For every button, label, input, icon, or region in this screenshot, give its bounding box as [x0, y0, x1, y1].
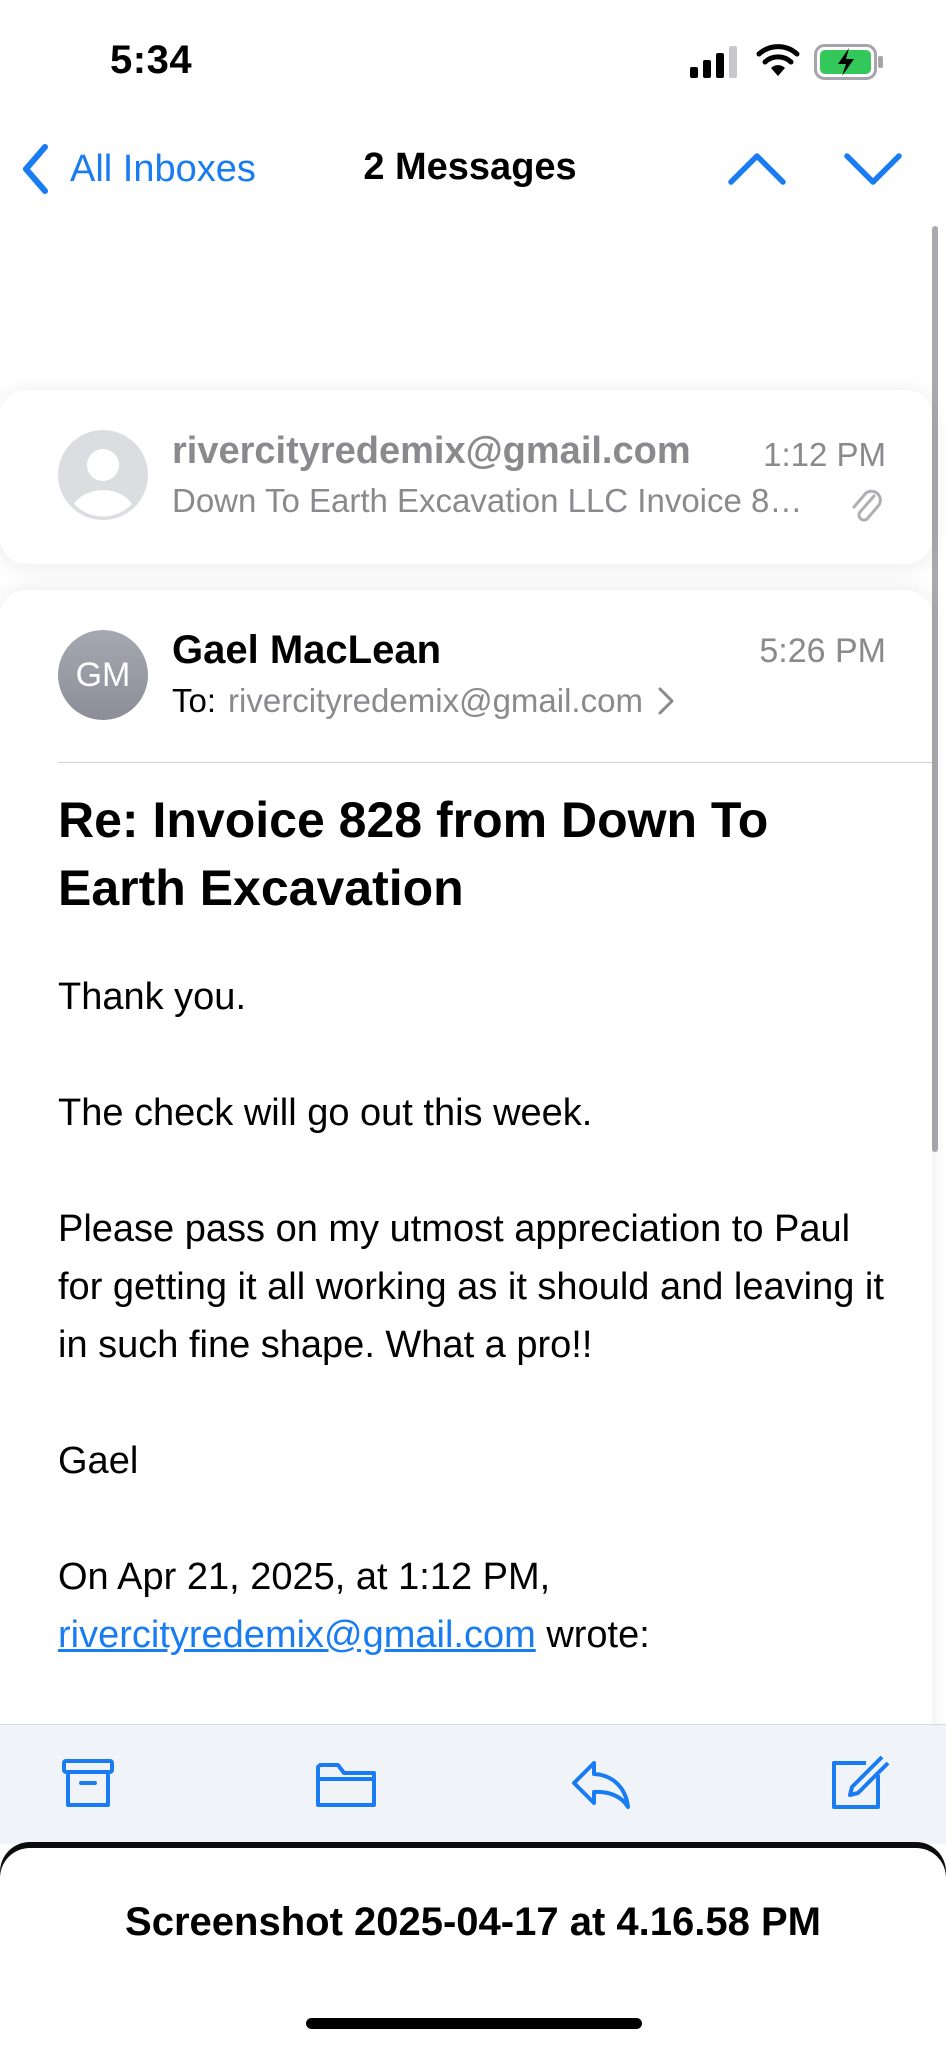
body-paragraph: The check will go out this week.	[58, 1092, 593, 1134]
folder-icon[interactable]	[314, 1753, 378, 1813]
to-label: To:	[172, 682, 217, 719]
sender-name[interactable]: Gael MacLean	[172, 628, 441, 673]
mail-thread-screen: 5:34 All Inboxes 2 Messages rivercityred…	[0, 0, 946, 2048]
chevron-left-icon	[23, 144, 48, 194]
cellular-signal-icon	[690, 46, 737, 78]
status-bar: 5:34	[0, 0, 946, 120]
wifi-icon	[756, 44, 800, 76]
quote-header: On Apr 21, 2025, at 1:12 PM, rivercityre…	[58, 1548, 898, 1664]
compose-icon[interactable]	[826, 1753, 890, 1813]
back-button[interactable]: All Inboxes	[20, 138, 256, 200]
battery-charging-icon	[814, 44, 883, 80]
chevron-up-icon[interactable]	[726, 142, 788, 194]
collapsed-subject-preview: Down To Earth Excavation LLC Invoice 828…	[172, 482, 812, 519]
attachment-preview-sheet[interactable]: Screenshot 2025-04-17 at 4.16.58 PM	[0, 1848, 946, 2048]
to-address: rivercityredemix@gmail.com	[228, 682, 643, 719]
quote-intro: On Apr 21, 2025, at 1:12 PM,	[58, 1556, 551, 1598]
body-paragraph: Thank you.	[58, 976, 246, 1018]
message-body: Thank you. The check will go out this we…	[58, 968, 898, 1664]
scroll-indicator[interactable]	[932, 226, 938, 1152]
person-avatar-icon	[58, 430, 148, 520]
reply-icon[interactable]	[568, 1753, 632, 1813]
avatar-initials: GM	[75, 655, 131, 694]
paperclip-icon	[852, 489, 882, 522]
archive-icon[interactable]	[56, 1753, 120, 1813]
recipient-line[interactable]: To: rivercityredemix@gmail.com	[172, 682, 675, 720]
signature: Gael	[58, 1440, 139, 1482]
status-time: 5:34	[110, 38, 193, 82]
body-paragraph: Please pass on my utmost appreciation to…	[58, 1208, 884, 1366]
back-label: All Inboxes	[70, 147, 256, 190]
sender-avatar[interactable]: GM	[58, 630, 148, 720]
collapsed-message-card[interactable]: rivercityredemix@gmail.com 1:12 PM Down …	[0, 390, 932, 564]
thread-title: 2 Messages	[363, 146, 577, 188]
message-subject: Re: Invoice 828 from Down To Earth Excav…	[58, 792, 769, 916]
collapsed-sender: rivercityredemix@gmail.com	[172, 430, 691, 472]
chevron-down-icon[interactable]	[842, 142, 904, 194]
collapsed-time: 1:12 PM	[763, 436, 886, 473]
message-time: 5:26 PM	[759, 632, 886, 670]
expanded-message-card: GM Gael MacLean 5:26 PM To: rivercityred…	[0, 590, 932, 1790]
header-divider	[58, 762, 932, 763]
chevron-right-icon	[658, 687, 674, 715]
quote-suffix: wrote:	[535, 1614, 650, 1656]
mail-toolbar	[0, 1724, 946, 1844]
quoted-sender-link[interactable]: rivercityredemix@gmail.com	[58, 1614, 536, 1656]
navigation-bar: All Inboxes 2 Messages	[0, 120, 946, 220]
sheet-title: Screenshot 2025-04-17 at 4.16.58 PM	[125, 1900, 821, 1944]
home-indicator[interactable]	[306, 2018, 642, 2029]
